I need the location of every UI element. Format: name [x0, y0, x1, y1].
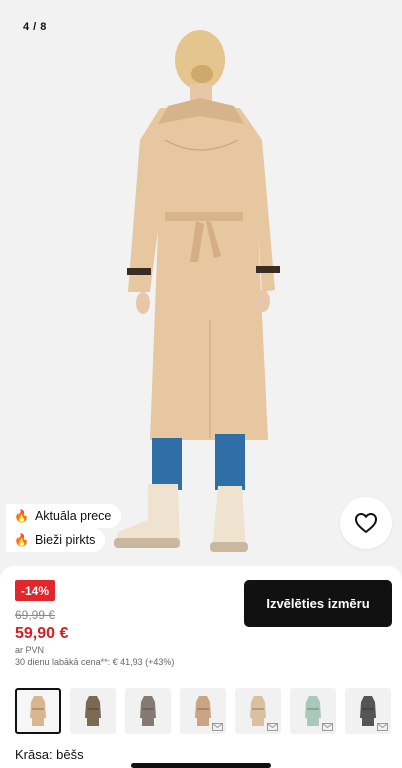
color-swatch[interactable]	[180, 688, 226, 734]
badge-trending-label: Aktuāla prece	[34, 509, 112, 523]
badge-trending: 🔥 Aktuāla prece	[6, 504, 122, 528]
product-photo	[0, 0, 402, 582]
coat-thumbnail-icon	[30, 696, 46, 726]
notify-envelope-icon	[212, 723, 223, 731]
color-swatch[interactable]	[15, 688, 61, 734]
color-swatch[interactable]	[290, 688, 336, 734]
coat-thumbnail-icon	[305, 696, 321, 726]
favorite-button[interactable]	[340, 497, 392, 549]
heart-icon	[355, 513, 377, 533]
current-price: 59,90 €	[15, 625, 69, 642]
notify-envelope-icon	[322, 723, 333, 731]
fire-icon: 🔥	[14, 533, 29, 547]
color-swatch[interactable]	[70, 688, 116, 734]
coat-thumbnail-icon	[360, 696, 376, 726]
choose-size-button[interactable]: Izvēlēties izmēru	[244, 580, 392, 627]
vat-note: ar PVN	[15, 645, 45, 655]
gallery-counter: 4 / 8	[23, 21, 47, 33]
badge-popular-label: Bieži pirkts	[34, 533, 96, 547]
coat-thumbnail-icon	[250, 696, 266, 726]
color-swatch[interactable]	[235, 688, 281, 734]
color-swatch[interactable]	[345, 688, 391, 734]
discount-badge: -14%	[15, 580, 56, 601]
color-swatch[interactable]	[125, 688, 171, 734]
fire-icon: 🔥	[14, 509, 29, 523]
product-image-gallery[interactable]: 4 / 8 🔥 Aktuāla prece 🔥 Bieži pirkts	[0, 0, 402, 582]
coat-thumbnail-icon	[140, 696, 156, 726]
notify-envelope-icon	[267, 723, 278, 731]
product-info-panel: -14% 69,99 € 59,90 € ar PVN 30 dienu lab…	[0, 566, 402, 768]
old-price: 69,99 €	[15, 608, 56, 622]
color-swatches	[15, 688, 402, 736]
lowest-price-note: 30 dienu labākā cena**: € 41,93 (+43%)	[15, 657, 175, 667]
notify-envelope-icon	[377, 723, 388, 731]
selected-color-label: Krāsa: bēšs	[15, 747, 84, 762]
coat-thumbnail-icon	[85, 696, 101, 726]
home-indicator	[131, 763, 271, 768]
badge-popular: 🔥 Bieži pirkts	[6, 528, 106, 552]
coat-thumbnail-icon	[195, 696, 211, 726]
